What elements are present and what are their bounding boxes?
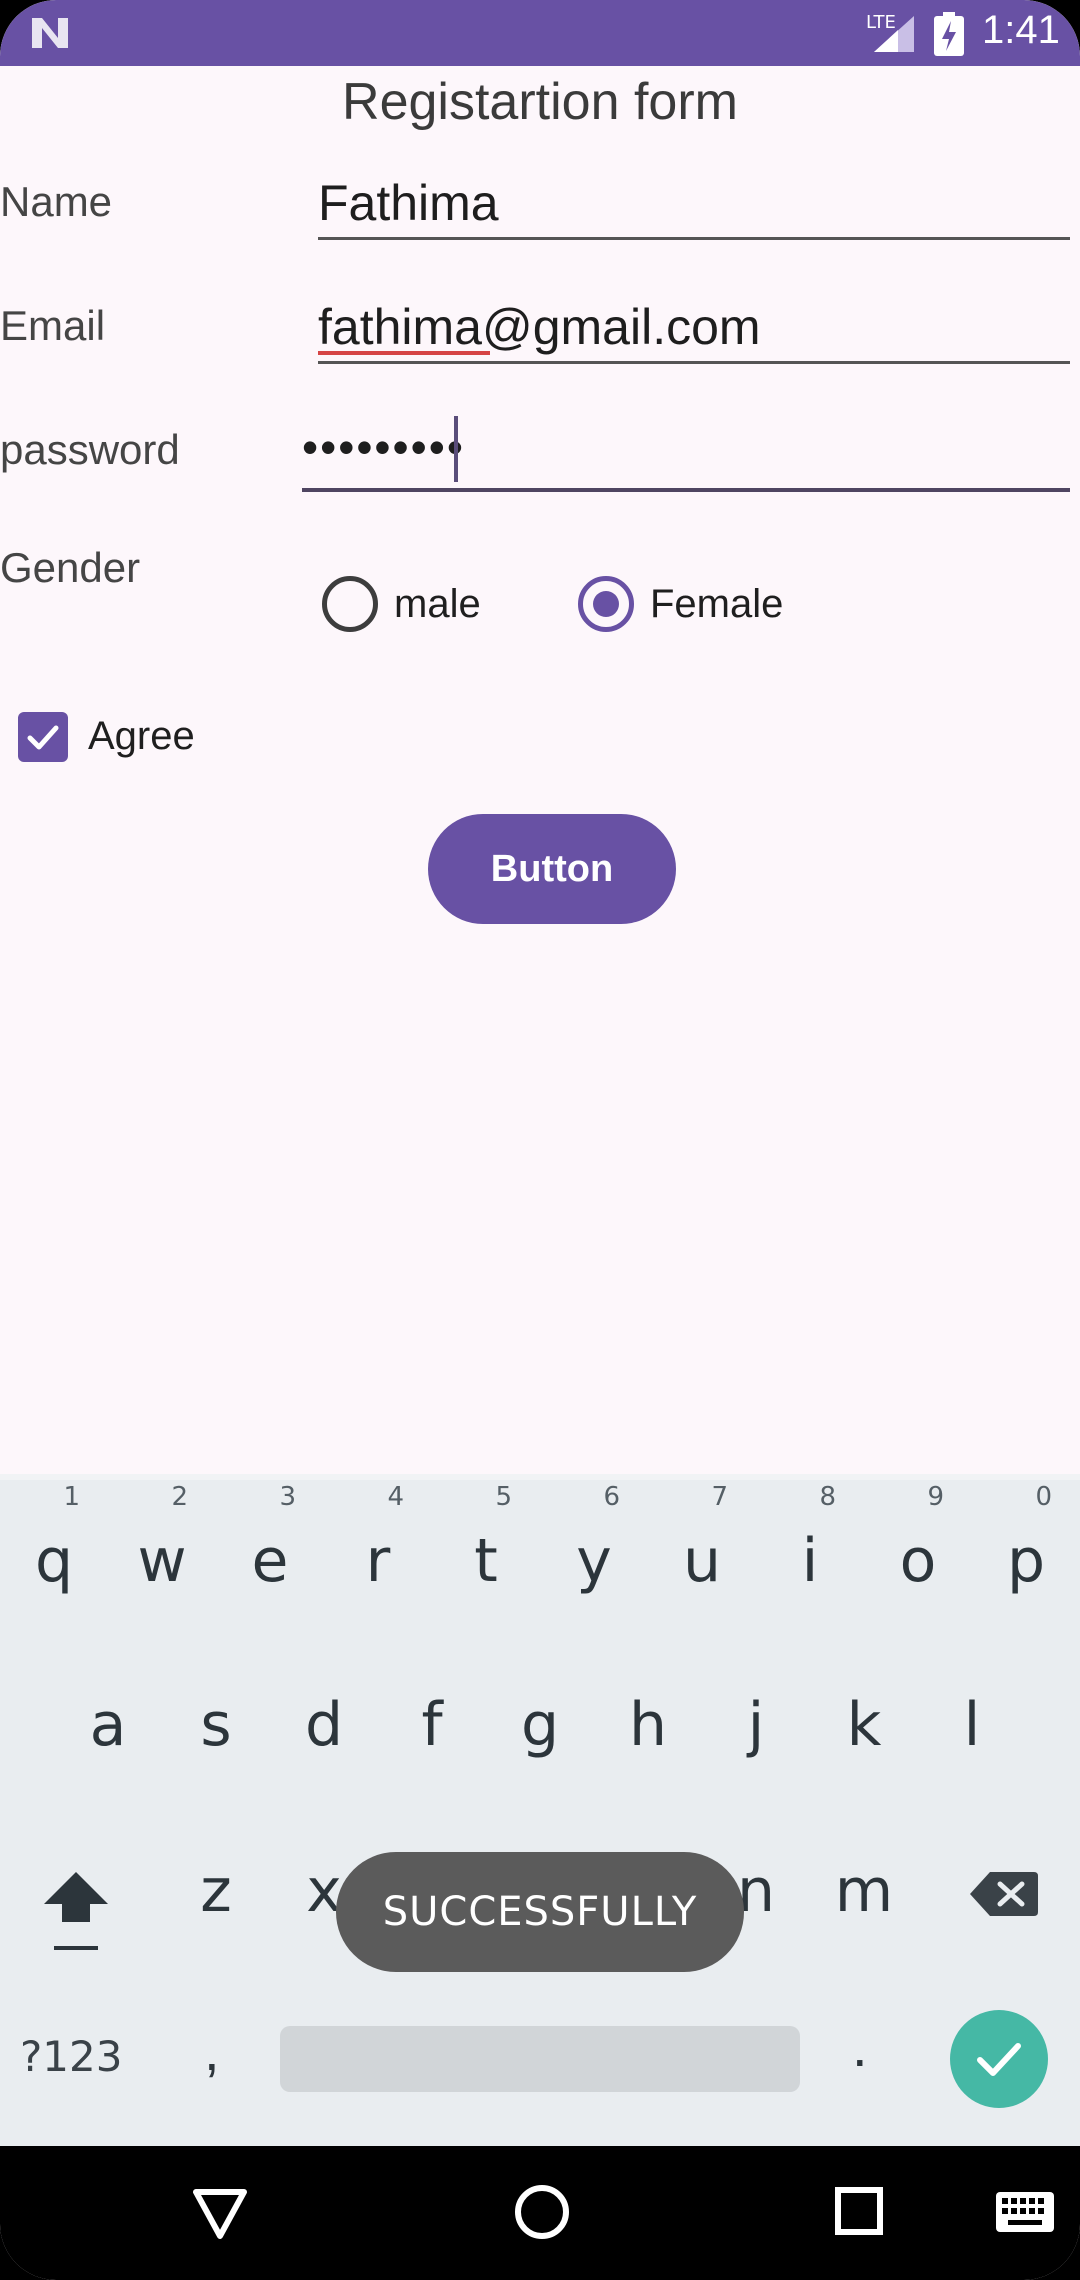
male-label[interactable]: male bbox=[394, 582, 481, 627]
key-p[interactable]: 0p bbox=[972, 1480, 1080, 1630]
toast-message: SUCCESSFULLY bbox=[336, 1852, 744, 1972]
radio-female[interactable] bbox=[578, 576, 634, 632]
key-hint: 6 bbox=[603, 1482, 620, 1512]
key-hint: 1 bbox=[63, 1482, 80, 1512]
key-label: h bbox=[628, 1690, 668, 1760]
key-label: u bbox=[682, 1526, 722, 1596]
key-k[interactable]: k bbox=[810, 1644, 918, 1794]
key-label: o bbox=[899, 1526, 937, 1596]
name-field-underline bbox=[318, 237, 1070, 240]
key-label: y bbox=[576, 1526, 612, 1596]
key-a[interactable]: a bbox=[54, 1644, 162, 1794]
email-field-underline bbox=[318, 361, 1070, 364]
key-label: q bbox=[34, 1526, 74, 1596]
key-f[interactable]: f bbox=[378, 1644, 486, 1794]
checkmark-icon bbox=[27, 725, 59, 750]
email-field[interactable]: fathima@gmail.com bbox=[318, 298, 761, 356]
key-hint: 8 bbox=[819, 1482, 836, 1512]
app-screen: LTE 1:41 Registartion form Name Fathima … bbox=[0, 0, 1080, 2280]
key-label: a bbox=[89, 1690, 127, 1760]
key-label: j bbox=[747, 1690, 765, 1760]
key-label: f bbox=[421, 1690, 443, 1760]
done-check-icon bbox=[977, 2043, 1021, 2076]
key-label: e bbox=[251, 1526, 289, 1596]
key-hint: 5 bbox=[495, 1482, 512, 1512]
key-d[interactable]: d bbox=[270, 1644, 378, 1794]
key-i[interactable]: 8i bbox=[756, 1480, 864, 1630]
name-field[interactable]: Fathima bbox=[318, 174, 499, 232]
key-e[interactable]: 3e bbox=[216, 1480, 324, 1630]
clock: 1:41 bbox=[982, 8, 1060, 52]
n-notification-icon bbox=[32, 18, 68, 48]
soft-keyboard: 1q2w3e4r5t6y7u8i9o0p asdfghjkl zxcvbnm ?… bbox=[0, 1474, 1080, 2146]
battery-charging-icon bbox=[934, 12, 964, 56]
key-r[interactable]: 4r bbox=[324, 1480, 432, 1630]
key-hint: 4 bbox=[387, 1482, 404, 1512]
key-s[interactable]: s bbox=[162, 1644, 270, 1794]
symbols-key[interactable]: ?123 bbox=[20, 2032, 122, 2081]
key-h[interactable]: h bbox=[594, 1644, 702, 1794]
name-label: Name bbox=[0, 178, 113, 225]
key-u[interactable]: 7u bbox=[648, 1480, 756, 1630]
recents-icon[interactable] bbox=[834, 2186, 884, 2236]
key-z[interactable]: z bbox=[162, 1810, 270, 1960]
key-w[interactable]: 2w bbox=[108, 1480, 216, 1630]
password-label: password bbox=[0, 426, 180, 473]
key-q[interactable]: 1q bbox=[0, 1480, 108, 1630]
shift-icon[interactable] bbox=[40, 1864, 112, 1964]
key-label: z bbox=[200, 1856, 232, 1926]
key-hint: 9 bbox=[927, 1482, 944, 1512]
home-icon[interactable] bbox=[512, 2182, 572, 2242]
email-label: Email bbox=[0, 302, 106, 349]
key-hint: 2 bbox=[171, 1482, 188, 1512]
page-title: Registartion form bbox=[342, 73, 738, 131]
radio-male[interactable] bbox=[322, 576, 378, 632]
key-y[interactable]: 6y bbox=[540, 1480, 648, 1630]
key-label: m bbox=[834, 1856, 894, 1926]
key-label: s bbox=[200, 1690, 232, 1760]
space-key[interactable] bbox=[280, 2026, 800, 2092]
agree-checkbox[interactable] bbox=[18, 712, 68, 762]
key-t[interactable]: 5t bbox=[432, 1480, 540, 1630]
key-hint: 7 bbox=[711, 1482, 728, 1512]
submit-button[interactable]: Button bbox=[428, 814, 676, 924]
backspace-icon[interactable] bbox=[968, 1864, 1040, 1924]
key-label: d bbox=[304, 1690, 344, 1760]
text-cursor bbox=[454, 416, 458, 482]
key-label: r bbox=[365, 1526, 391, 1596]
key-hint: 0 bbox=[1035, 1482, 1052, 1512]
key-o[interactable]: 9o bbox=[864, 1480, 972, 1630]
spellcheck-underline bbox=[318, 351, 490, 355]
password-field[interactable]: ••••••••• bbox=[302, 420, 465, 474]
period-key[interactable]: . bbox=[852, 2014, 868, 2079]
key-label: p bbox=[1006, 1526, 1046, 1596]
key-l[interactable]: l bbox=[918, 1644, 1026, 1794]
back-icon[interactable] bbox=[190, 2186, 250, 2242]
navigation-bar bbox=[0, 2146, 1080, 2280]
key-label: t bbox=[474, 1526, 498, 1596]
key-label: l bbox=[963, 1690, 981, 1760]
key-m[interactable]: m bbox=[810, 1810, 918, 1960]
status-bar: LTE 1:41 bbox=[0, 0, 1080, 66]
comma-key[interactable]: , bbox=[204, 2018, 220, 2083]
password-field-underline bbox=[302, 488, 1070, 492]
signal-icon bbox=[874, 16, 914, 52]
key-j[interactable]: j bbox=[702, 1644, 810, 1794]
key-g[interactable]: g bbox=[486, 1644, 594, 1794]
key-label: k bbox=[846, 1690, 882, 1760]
key-label: i bbox=[801, 1526, 819, 1596]
keyboard-switch-icon[interactable] bbox=[996, 2192, 1054, 2232]
agree-label[interactable]: Agree bbox=[88, 714, 195, 759]
female-label[interactable]: Female bbox=[650, 582, 783, 627]
key-hint: 3 bbox=[279, 1482, 296, 1512]
key-label: w bbox=[137, 1526, 187, 1596]
key-label: g bbox=[520, 1690, 560, 1760]
enter-key[interactable] bbox=[950, 2010, 1048, 2108]
gender-label: Gender bbox=[0, 544, 141, 591]
